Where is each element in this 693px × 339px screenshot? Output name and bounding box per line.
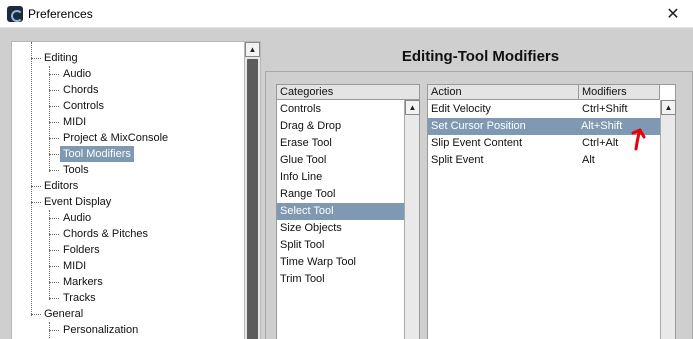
tree-item-editing[interactable]: Editing (41, 50, 81, 66)
categories-header[interactable]: Categories (277, 85, 419, 100)
tree-scrollbar[interactable]: ▲ (245, 41, 261, 339)
tree-item-markers[interactable]: Markers (60, 274, 106, 290)
category-item[interactable]: Range Tool (277, 186, 404, 203)
categories-scroll-up-button[interactable]: ▲ (405, 100, 420, 115)
tree-item-project-mixconsole[interactable]: Project & MixConsole (60, 130, 171, 146)
window-title: Preferences (28, 7, 93, 21)
category-item[interactable]: Drag & Drop (277, 118, 404, 135)
modifiers-cell: Alt+Shift (578, 118, 660, 135)
category-item[interactable]: Info Line (277, 169, 404, 186)
tree-item-event-midi[interactable]: MIDI (60, 258, 89, 274)
tree-item-audio[interactable]: Audio (60, 66, 94, 82)
modifiers-cell: Ctrl+Alt (582, 137, 619, 149)
scroll-thumb[interactable] (247, 59, 258, 339)
tree-item-tracks[interactable]: Tracks (60, 290, 99, 306)
category-item[interactable]: Split Tool (277, 237, 404, 254)
tree-item-tools[interactable]: Tools (60, 162, 92, 178)
modifiers-cell: Alt (582, 154, 595, 166)
close-button[interactable]: ✕ (653, 0, 693, 28)
category-item[interactable]: Trim Tool (277, 271, 404, 288)
category-item-selected[interactable]: Select Tool (277, 203, 404, 220)
action-cell: Edit Velocity (431, 103, 491, 115)
action-cell: Split Event (431, 154, 484, 166)
tree-item-general[interactable]: General (41, 306, 86, 322)
actions-scroll-up-button[interactable]: ▲ (661, 100, 676, 115)
tree-item-controls[interactable]: Controls (60, 98, 107, 114)
scroll-up-button[interactable]: ▲ (245, 42, 260, 57)
tree-item-personalization[interactable]: Personalization (60, 322, 141, 338)
actions-list[interactable]: Action Modifiers Edit Velocity Ctrl+Shif… (427, 84, 676, 339)
modifiers-cell: Ctrl+Shift (582, 103, 628, 115)
preferences-tree[interactable]: Editing Audio Chords Controls MIDI Proje… (11, 41, 245, 339)
category-item[interactable]: Time Warp Tool (277, 254, 404, 271)
category-item[interactable]: Glue Tool (277, 152, 404, 169)
category-item[interactable]: Size Objects (277, 220, 404, 237)
red-arrow-annotation-icon (631, 128, 646, 151)
tree-item-editors[interactable]: Editors (41, 178, 81, 194)
title-bar: Preferences ✕ (0, 0, 693, 28)
tree-item-folders[interactable]: Folders (60, 242, 103, 258)
tree-item-tool-modifiers[interactable]: Tool Modifiers (60, 146, 134, 162)
tree-item-event-display[interactable]: Event Display (41, 194, 114, 210)
category-item[interactable]: Erase Tool (277, 135, 404, 152)
categories-scrollbar[interactable]: ▲ (404, 100, 420, 339)
action-column-header[interactable]: Action (428, 85, 578, 100)
action-cell: Slip Event Content (431, 137, 523, 149)
action-cell: Set Cursor Position (428, 118, 578, 135)
category-item[interactable]: Controls (277, 101, 404, 118)
categories-list[interactable]: Categories Controls Drag & Drop Erase To… (276, 84, 420, 339)
tree-item-event-audio[interactable]: Audio (60, 210, 94, 226)
tree-item-chords[interactable]: Chords (60, 82, 101, 98)
tree-item-midi[interactable]: MIDI (60, 114, 89, 130)
modifiers-column-header[interactable]: Modifiers (579, 85, 659, 100)
actions-scrollbar[interactable]: ▲ (660, 100, 676, 339)
app-logo-icon (7, 6, 23, 22)
tree-item-chords-pitches[interactable]: Chords & Pitches (60, 226, 151, 242)
